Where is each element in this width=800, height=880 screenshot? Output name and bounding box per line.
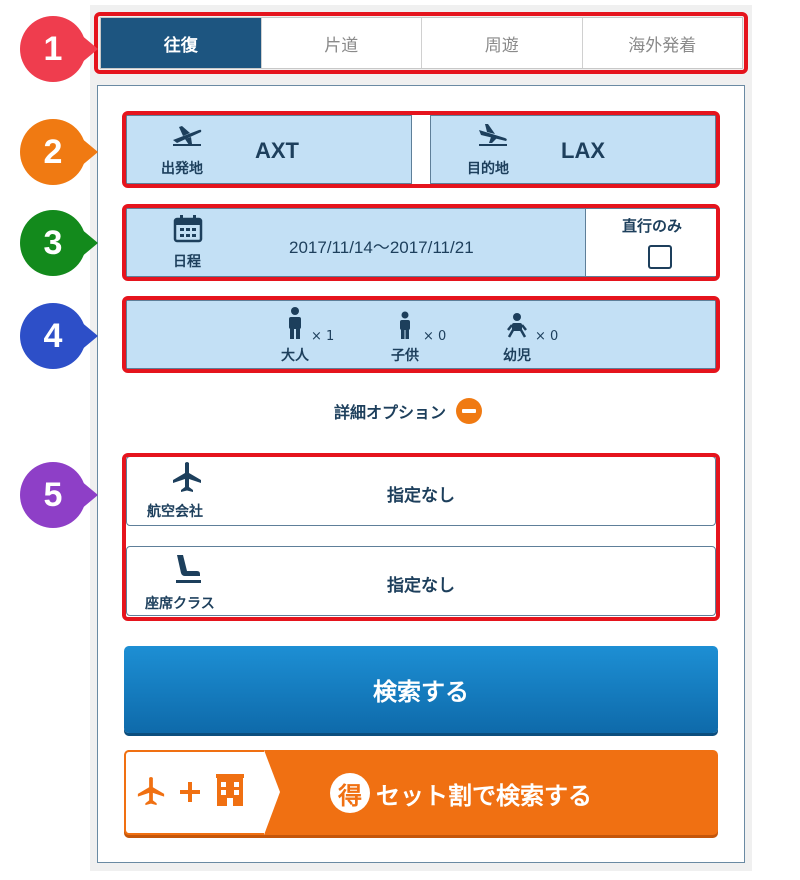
callout-number-5: 5 xyxy=(43,475,63,514)
origin-label: 出発地 xyxy=(161,161,203,177)
set-divider-arrow xyxy=(264,750,280,835)
tab-one-way[interactable]: 片道 xyxy=(260,18,421,68)
adult-count: 大人 × 1 xyxy=(275,305,334,365)
seat-class-option[interactable]: 座席クラス 指定なし xyxy=(126,546,716,616)
schedule-label: 日程 xyxy=(173,254,201,270)
infant-count: 幼児 × 0 xyxy=(497,305,558,365)
arrival-plane-icon xyxy=(479,124,507,146)
departure-plane-icon xyxy=(173,126,202,146)
infant-icon xyxy=(507,313,527,338)
detail-options-toggle[interactable]: 詳細オプション xyxy=(334,398,483,424)
seat-class-value: 指定なし xyxy=(387,576,455,596)
callout-marker-3: 3 xyxy=(20,204,98,282)
airline-value: 指定なし xyxy=(387,486,455,506)
adult-count-value: × 1 xyxy=(311,329,335,344)
search-button[interactable]: 検索する xyxy=(124,646,718,733)
child-count-value: × 0 xyxy=(423,329,447,344)
airplane-icon xyxy=(137,776,165,806)
child-label: 子供 xyxy=(391,348,419,364)
plus-icon xyxy=(180,782,200,802)
schedule-dates: 2017/11/14〜2017/11/21 xyxy=(289,238,474,257)
discount-badge: 得 xyxy=(330,773,370,813)
child-count: 子供 × 0 xyxy=(385,305,446,365)
callout-marker-1: 1 xyxy=(20,10,98,88)
callout-marker-2: 2 xyxy=(20,113,98,191)
tab-round-trip[interactable]: 往復 xyxy=(101,18,261,68)
callout-number-2: 2 xyxy=(43,132,63,171)
detail-options-label: 詳細オプション xyxy=(334,403,447,422)
callout-number-4: 4 xyxy=(43,316,63,355)
tab-multi-city[interactable]: 周遊 xyxy=(421,18,582,68)
destination-field[interactable]: 目的地 LAX xyxy=(430,115,716,184)
direct-only-option[interactable]: 直行のみ xyxy=(585,209,716,276)
origin-field[interactable]: 出発地 AXT xyxy=(126,115,412,184)
flight-hotel-panel xyxy=(124,750,266,835)
direct-only-label: 直行のみ xyxy=(622,217,683,235)
destination-code: LAX xyxy=(561,138,605,163)
infant-count-value: × 0 xyxy=(535,329,559,344)
infant-label: 幼児 xyxy=(503,348,531,364)
schedule-field[interactable]: 日程 2017/11/14〜2017/11/21 直行のみ xyxy=(126,208,716,277)
direct-only-checkbox[interactable] xyxy=(648,245,672,269)
callout-marker-4: 4 xyxy=(20,297,98,375)
destination-label: 目的地 xyxy=(467,161,509,177)
child-icon xyxy=(400,311,410,339)
hotel-icon xyxy=(216,774,244,806)
adult-label: 大人 xyxy=(281,348,309,364)
callout-marker-5: 5 xyxy=(20,456,98,534)
origin-code: AXT xyxy=(255,138,299,163)
calendar-icon xyxy=(173,215,203,243)
passengers-field[interactable]: 大人 × 1 子供 × 0 幼児 × 0 xyxy=(126,300,716,369)
airline-option[interactable]: 航空会社 指定なし xyxy=(126,456,716,526)
tab-overseas-departure[interactable]: 海外発着 xyxy=(581,18,742,68)
callout-number-3: 3 xyxy=(43,223,63,262)
trip-type-tabs: 往復 片道 周遊 海外発着 xyxy=(100,17,743,69)
set-discount-label: セット割で検索する xyxy=(376,781,592,810)
adult-icon xyxy=(289,307,301,339)
callout-number-1: 1 xyxy=(43,29,63,68)
seat-class-label: 座席クラス xyxy=(145,596,215,612)
minus-circle-icon[interactable] xyxy=(456,398,483,424)
